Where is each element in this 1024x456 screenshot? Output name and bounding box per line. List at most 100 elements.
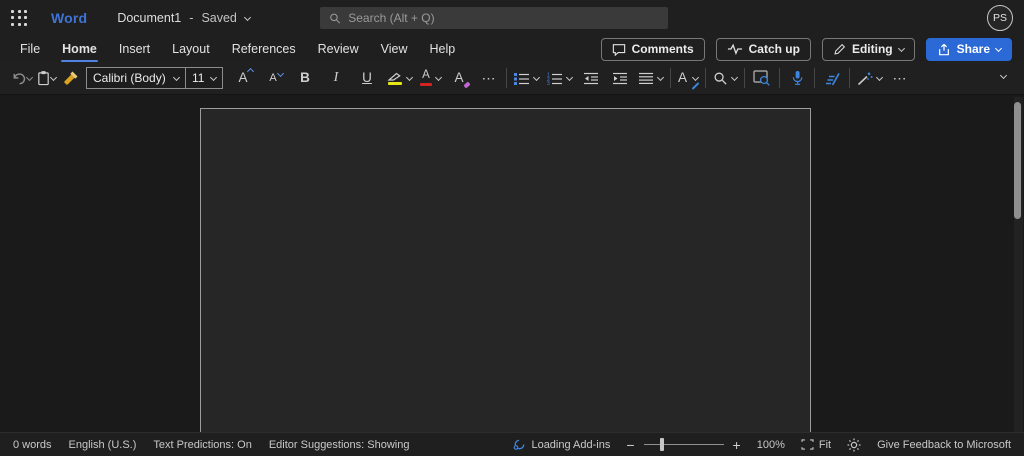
dictate-button[interactable] [785,65,809,91]
font-color-button[interactable]: A [418,65,443,91]
clear-formatting-button[interactable]: A [447,65,471,91]
pulse-icon [727,43,742,55]
ribbon-divider [849,68,851,88]
text-predictions-status[interactable]: Text Predictions: On [153,439,251,451]
bullets-button[interactable] [512,65,541,91]
save-status[interactable]: Saved [201,11,236,25]
fit-page-icon [801,439,814,450]
comments-button[interactable]: Comments [600,37,705,61]
status-bar: 0 words English (U.S.) Text Predictions:… [0,432,1024,456]
document-title[interactable]: Document1 [117,11,181,25]
zoom-slider[interactable] [643,438,724,451]
ribbon-divider [705,68,707,88]
more-commands-button[interactable]: ⋯ [888,65,912,91]
navigation-search-button[interactable] [750,65,774,91]
increase-indent-icon [613,72,627,84]
vertical-scrollbar[interactable] [1014,97,1023,432]
format-painter-button[interactable] [58,65,82,91]
alignment-button[interactable] [637,65,665,91]
clipboard-icon [38,71,49,86]
undo-icon [13,72,26,84]
decrease-indent-icon [584,72,598,84]
feedback-link[interactable]: Give Feedback to Microsoft [877,439,1011,451]
word-count[interactable]: 0 words [13,439,52,451]
tab-home[interactable]: Home [51,37,108,62]
search-box[interactable] [320,7,668,29]
fit-button[interactable]: Fit [801,439,831,451]
search-input[interactable] [348,11,659,25]
shrink-font-caret-icon [276,69,285,78]
highlight-chevron-icon [405,73,414,81]
editor-button[interactable] [820,65,844,91]
grow-font-caret-icon [246,67,255,76]
language-status[interactable]: English (U.S.) [69,439,137,451]
catch-up-button[interactable]: Catch up [715,37,811,61]
font-color-chevron-icon [434,73,443,81]
editing-chevron-icon [897,44,905,52]
underline-button[interactable]: U [355,65,379,91]
menu-bar: File Home Insert Layout References Revie… [0,36,1024,62]
document-canvas [0,95,1024,432]
ribbon-divider [744,68,746,88]
share-button[interactable]: Share [925,37,1012,61]
undo-chevron-icon [25,73,34,81]
app-launcher-icon[interactable] [11,9,28,27]
editor-pen-icon [826,72,840,85]
font-name-chevron-icon [172,73,181,81]
find-button[interactable] [711,65,739,91]
paste-button[interactable] [34,65,58,91]
switch-background-button[interactable] [847,438,861,452]
italic-button[interactable]: I [324,65,348,91]
auto-format-button[interactable] [855,65,884,91]
more-font-options-button[interactable]: ⋯ [477,65,501,91]
magic-wand-icon [857,72,873,85]
shrink-font-button[interactable]: A [261,65,285,91]
word-logo[interactable]: Word [51,10,87,26]
addins-status: Loading Add-ins [513,438,610,451]
eraser-icon [463,81,471,89]
title-dash: - [189,11,194,25]
tab-insert[interactable]: Insert [108,37,161,61]
bold-button[interactable]: B [293,65,317,91]
zoom-in-button[interactable]: + [733,438,741,452]
ribbon-divider [506,68,507,88]
tab-layout[interactable]: Layout [161,37,221,61]
editor-suggestions-status[interactable]: Editor Suggestions: Showing [269,439,410,451]
ribbon-toolbar: Calibri (Body) 11 A A B I U A A ⋯ 1 2 3 … [0,62,1024,95]
zoom-control: − + [626,438,740,452]
ribbon-layout-switcher[interactable] [991,63,1015,89]
numbering-button[interactable]: 123 [545,65,574,91]
alignment-chevron-icon [656,73,665,81]
tab-view[interactable]: View [370,37,419,61]
tab-review[interactable]: Review [307,37,370,61]
editing-mode-button[interactable]: Editing [821,37,915,61]
tab-file[interactable]: File [9,37,51,61]
avatar[interactable]: PS [987,5,1013,31]
font-size-chevron-icon [209,73,218,81]
highlighter-icon [387,72,403,85]
save-status-chevron-icon[interactable] [243,13,251,21]
menu-actions: Comments Catch up Editing Share [600,37,1015,61]
styles-button[interactable]: A [676,65,700,91]
zoom-level[interactable]: 100% [757,439,785,451]
document-page[interactable] [200,108,811,432]
undo-button[interactable] [9,65,34,91]
increase-indent-button[interactable] [608,65,632,91]
paste-chevron-icon [49,73,58,81]
format-painter-icon [63,71,77,85]
ribbon-collapse-chevron-icon [999,71,1007,79]
grow-font-button[interactable]: A [231,65,255,91]
numbered-list-icon: 123 [547,72,562,85]
share-chevron-icon [994,44,1003,52]
font-name-select[interactable]: Calibri (Body) [86,67,186,89]
document-title-group[interactable]: Document1 - Saved [117,11,251,25]
zoom-out-button[interactable]: − [626,438,634,452]
text-highlight-button[interactable] [385,65,414,91]
tab-references[interactable]: References [221,37,307,61]
scrollbar-thumb[interactable] [1014,102,1021,219]
brightness-sun-icon [847,438,861,451]
font-size-select[interactable]: 11 [186,67,223,89]
zoom-slider-thumb[interactable] [659,438,664,451]
tab-help[interactable]: Help [419,37,467,61]
decrease-indent-button[interactable] [579,65,603,91]
